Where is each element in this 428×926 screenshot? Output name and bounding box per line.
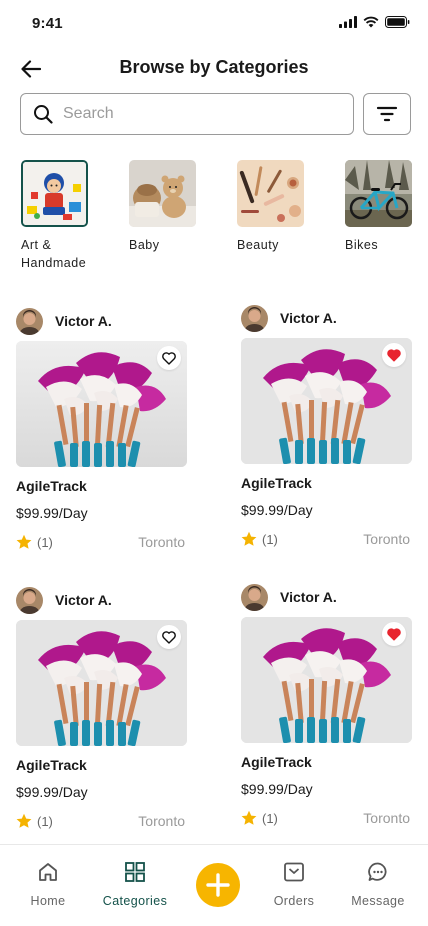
- category-list: Art & Handmade Baby Beauty Bikes: [21, 160, 428, 275]
- star-icon: [241, 810, 257, 825]
- rating-row: (1) Toronto: [241, 530, 413, 548]
- wifi-icon: [363, 16, 379, 28]
- search-icon: [34, 105, 53, 124]
- product-price: $99.99/Day: [16, 505, 88, 521]
- status-time: 9:41: [32, 15, 63, 32]
- category-image-bicycle: [345, 160, 412, 227]
- category-label: Art & Handmade: [21, 238, 87, 270]
- category-label: Beauty: [237, 238, 279, 252]
- category-bikes[interactable]: Bikes: [345, 160, 425, 254]
- rating-count: (1): [262, 531, 278, 547]
- inbox-icon: [284, 862, 304, 882]
- add-button[interactable]: [196, 863, 240, 907]
- heart-outline-icon: [162, 630, 176, 644]
- category-image-toys: [21, 160, 88, 227]
- product-image[interactable]: [241, 338, 412, 464]
- seller-info[interactable]: Victor A.: [241, 583, 413, 611]
- heart-filled-icon: [387, 627, 401, 641]
- filter-button[interactable]: [363, 93, 411, 135]
- rating-count: (1): [37, 813, 53, 829]
- search-input[interactable]: [63, 105, 323, 123]
- product-card[interactable]: Victor A. AgileTrack $99.99/Day (1) Toro…: [241, 304, 413, 548]
- nav-message[interactable]: Message: [338, 861, 418, 908]
- star-icon: [16, 534, 32, 549]
- header: Browse by Categories: [0, 48, 428, 88]
- nav-label: Message: [351, 894, 405, 908]
- grid-icon: [125, 862, 145, 882]
- seller-info[interactable]: Victor A.: [16, 307, 188, 335]
- category-baby[interactable]: Baby: [129, 160, 209, 254]
- product-price: $99.99/Day: [241, 502, 313, 518]
- nav-label: Home: [30, 894, 66, 908]
- search-box[interactable]: [20, 93, 354, 135]
- product-card[interactable]: Victor A. AgileTrack $99.99/Day (1) Toro…: [16, 307, 188, 551]
- heart-outline-icon: [162, 351, 176, 365]
- avatar: [16, 307, 43, 335]
- home-icon: [39, 863, 57, 881]
- signal-icon: [339, 16, 357, 28]
- nav-home[interactable]: Home: [8, 861, 88, 908]
- avatar: [16, 586, 43, 614]
- star-icon: [241, 531, 257, 546]
- filter-icon: [376, 106, 398, 122]
- product-image[interactable]: [16, 341, 187, 467]
- status-icons: [339, 16, 410, 28]
- product-price: $99.99/Day: [241, 781, 313, 797]
- nav-label: Categories: [102, 894, 168, 908]
- rating-count: (1): [37, 534, 53, 550]
- seller-info[interactable]: Victor A.: [16, 586, 188, 614]
- nav-label: Orders: [273, 894, 315, 908]
- category-beauty[interactable]: Beauty: [237, 160, 317, 254]
- category-label: Bikes: [345, 238, 379, 252]
- product-price: $99.99/Day: [16, 784, 88, 800]
- seller-name: Victor A.: [280, 589, 337, 605]
- plus-icon: [206, 873, 230, 897]
- category-label: Baby: [129, 238, 160, 252]
- seller-info[interactable]: Victor A.: [241, 304, 413, 332]
- favorite-button[interactable]: [157, 625, 181, 649]
- favorite-button[interactable]: [382, 343, 406, 367]
- avatar: [241, 583, 268, 611]
- favorite-button[interactable]: [157, 346, 181, 370]
- rating-row: (1) Toronto: [16, 533, 188, 551]
- category-art-handmade[interactable]: Art & Handmade: [21, 160, 101, 272]
- product-card[interactable]: Victor A. AgileTrack $99.99/Day (1) Toro…: [16, 586, 188, 830]
- product-name: AgileTrack: [16, 478, 87, 494]
- product-name: AgileTrack: [241, 754, 312, 770]
- product-name: AgileTrack: [241, 475, 312, 491]
- seller-name: Victor A.: [55, 313, 112, 329]
- heart-filled-icon: [387, 348, 401, 362]
- favorite-button[interactable]: [382, 622, 406, 646]
- category-image-makeup: [237, 160, 304, 227]
- page-title: Browse by Categories: [119, 57, 309, 77]
- seller-name: Victor A.: [55, 592, 112, 608]
- product-image[interactable]: [241, 617, 412, 743]
- chat-icon: [368, 862, 387, 881]
- rating-row: (1) Toronto: [241, 809, 413, 827]
- nav-categories[interactable]: Categories: [95, 861, 175, 908]
- location: Toronto: [138, 534, 185, 550]
- nav-orders[interactable]: Orders: [254, 861, 334, 908]
- rating-count: (1): [262, 810, 278, 826]
- avatar: [241, 304, 268, 332]
- product-image[interactable]: [16, 620, 187, 746]
- bottom-nav: Home Categories Orders Message: [0, 844, 428, 926]
- star-icon: [16, 813, 32, 828]
- battery-icon: [385, 16, 410, 28]
- seller-name: Victor A.: [280, 310, 337, 326]
- location: Toronto: [363, 531, 410, 547]
- location: Toronto: [363, 810, 410, 826]
- product-card[interactable]: Victor A. AgileTrack $99.99/Day (1) Toro…: [241, 583, 413, 827]
- status-bar: 9:41: [0, 0, 428, 48]
- product-name: AgileTrack: [16, 757, 87, 773]
- location: Toronto: [138, 813, 185, 829]
- rating-row: (1) Toronto: [16, 812, 188, 830]
- category-image-teddy-bear: [129, 160, 196, 227]
